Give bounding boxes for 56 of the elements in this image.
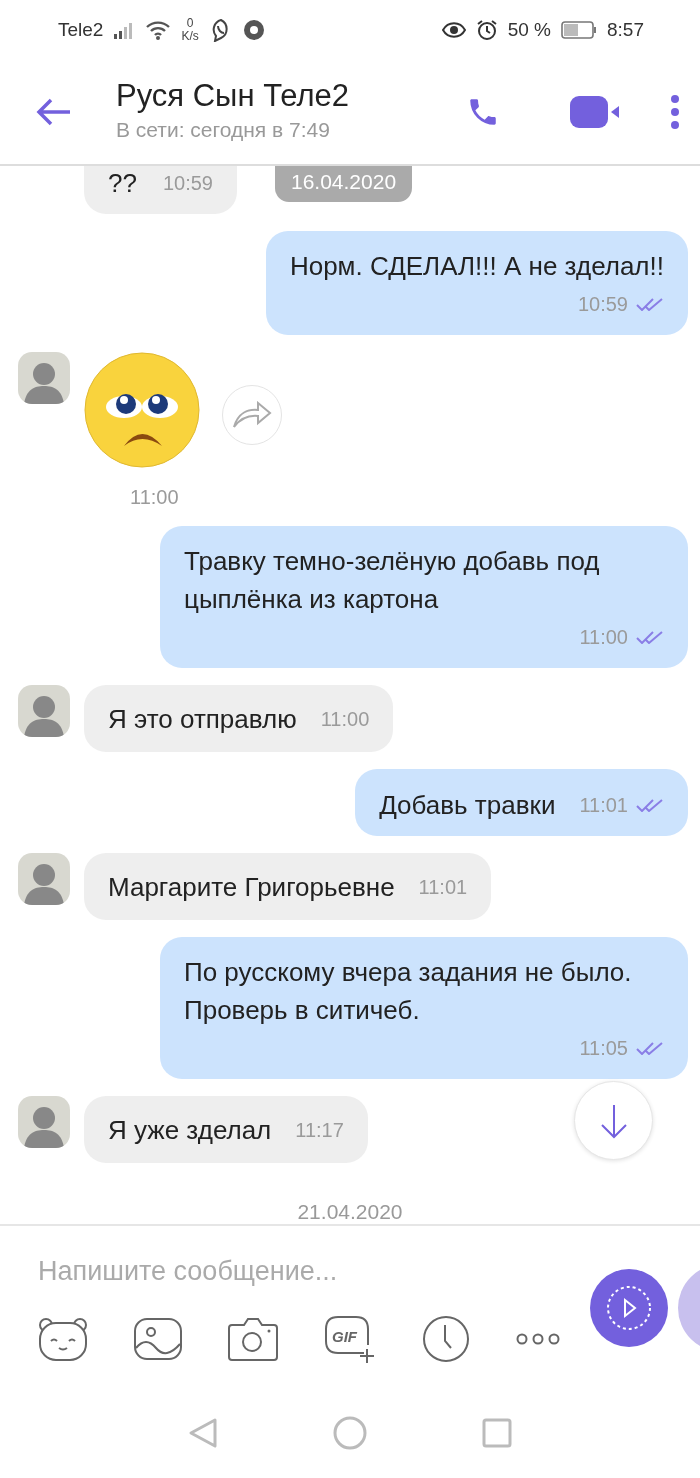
message-text: Норм. СДЕЛАЛ!!! А не зделал!!: [289, 250, 664, 283]
message-text: Травку темно-зелёную добавь под цыплёнка из картона: [184, 545, 601, 616]
bear-face-icon: [38, 1317, 88, 1361]
sticker-button[interactable]: [38, 1317, 88, 1361]
more-options-button[interactable]: [516, 1332, 560, 1346]
battery-icon: [561, 21, 597, 39]
gif-button[interactable]: GIF: [324, 1315, 376, 1363]
message-time: 11:01: [418, 874, 468, 900]
more-menu-icon[interactable]: [670, 95, 680, 129]
message-text: Маргарите Григорьевне: [108, 870, 395, 904]
video-camera-icon[interactable]: [570, 96, 620, 128]
camera-icon: [228, 1317, 278, 1361]
speed-value: 0: [186, 17, 194, 30]
message-time: 11:05: [579, 1036, 628, 1061]
down-arrow-icon: [598, 1102, 629, 1139]
message-time: 10:59: [577, 292, 628, 317]
battery-percent: 50 %: [507, 19, 551, 41]
avatar: [18, 352, 70, 404]
wifi-icon: [145, 20, 172, 40]
date-label: 21.04.2020: [297, 1200, 403, 1224]
clock-time: 8:57: [607, 19, 644, 41]
message-text: По русскому вчера задания не было. Проверь в ситичеб.: [184, 956, 633, 1027]
message-time: 11:00: [130, 486, 180, 509]
double-check-icon: [636, 630, 664, 644]
share-arrow-icon: [232, 401, 272, 429]
more-dots-icon: [516, 1332, 560, 1346]
scroll-down-button[interactable]: [574, 1081, 653, 1160]
message-time: 11:01: [579, 792, 628, 818]
message-text: Добавь травки: [379, 788, 556, 822]
message-time: 11:17: [295, 1117, 344, 1143]
speed-unit: K/s: [181, 30, 199, 43]
alarm-clock-icon: [475, 19, 498, 41]
play-icon: [606, 1285, 652, 1331]
schedule-button[interactable]: [422, 1315, 470, 1363]
double-check-icon: [636, 797, 664, 812]
avatar: [18, 853, 70, 905]
avatar: [18, 685, 70, 737]
message-time: 11:00: [320, 706, 370, 732]
last-seen-status: В сети: сегодня в 7:49: [116, 118, 331, 142]
message-bubble: ?? 10:59: [84, 166, 237, 214]
date-label: 16.04.2020: [275, 166, 413, 202]
message-text: Я уже зделал: [108, 1113, 272, 1147]
message-text: Я это отправлю: [108, 702, 297, 736]
double-check-icon: [636, 297, 664, 311]
clock-icon: [422, 1315, 470, 1363]
avatar: [18, 1096, 70, 1148]
back-arrow-icon[interactable]: [36, 97, 72, 127]
chat-title: Руся Сын Теле2: [116, 78, 351, 114]
camera-button[interactable]: [228, 1317, 278, 1361]
image-icon: [134, 1318, 182, 1360]
eye-icon: [441, 21, 466, 39]
message-time: 11:00: [579, 625, 628, 650]
double-check-icon: [636, 1041, 664, 1055]
message-time: 10:59: [162, 171, 213, 196]
gallery-button[interactable]: [134, 1318, 182, 1360]
carrier-name: Tele2: [58, 19, 104, 41]
